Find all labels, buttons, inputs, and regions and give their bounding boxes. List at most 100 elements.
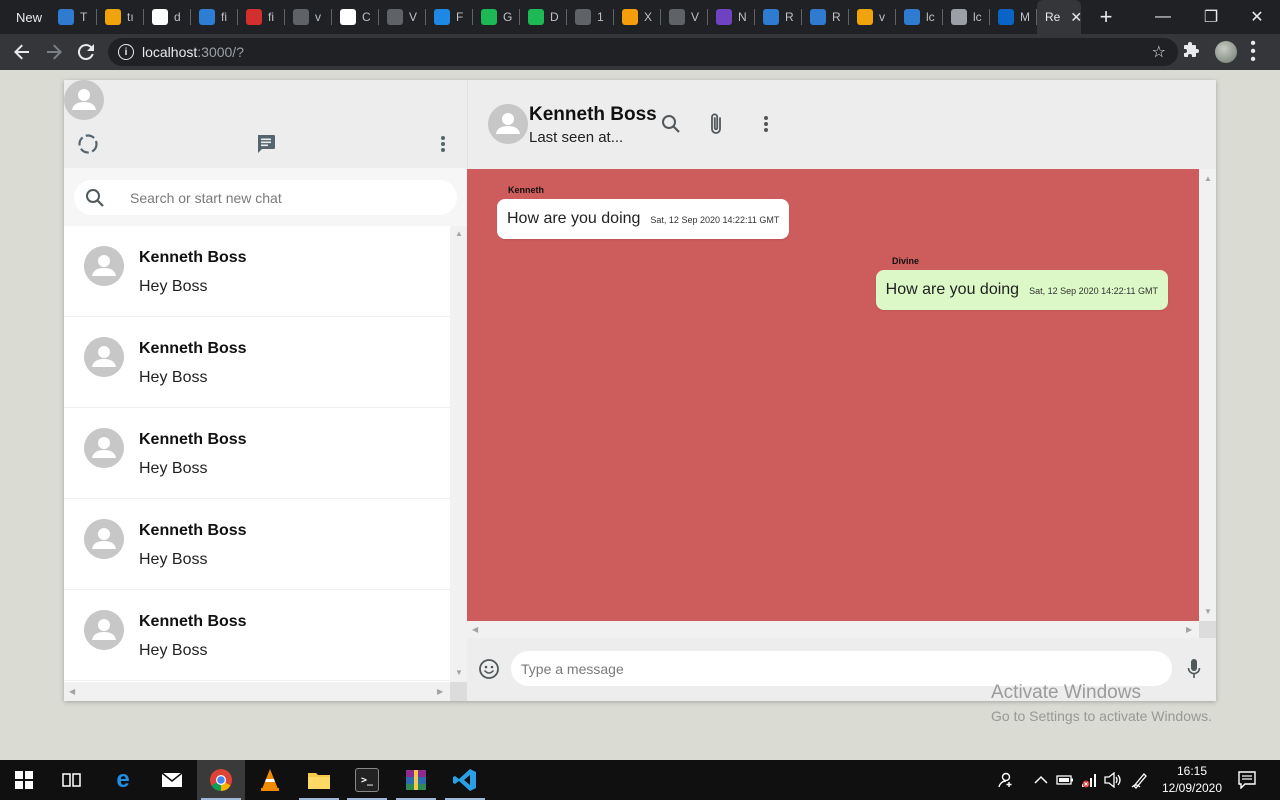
contact-avatar[interactable] [488,104,528,144]
vlc-icon[interactable] [246,760,294,800]
browser-tab[interactable]: #2e7bcf lc [896,0,944,34]
browser-tab[interactable]: #5f6368 V [379,0,427,34]
system-clock[interactable]: 16:15 12/09/2020 [1160,763,1224,797]
browser-tab[interactable]: #ffffff C [332,0,380,34]
address-bar[interactable]: i localhost:3000/? ☆ [108,38,1178,66]
more-options-icon[interactable] [761,114,771,139]
reload-icon[interactable] [70,36,102,68]
people-icon[interactable] [996,760,1014,800]
url-path: :3000/? [197,44,244,60]
file-explorer-icon[interactable] [295,760,343,800]
terminal-icon[interactable]: >_ [343,760,391,800]
search-icon[interactable] [660,113,682,140]
sidebar-search-container [64,168,467,226]
scroll-left-icon[interactable]: ◀ [69,688,75,696]
restore-icon[interactable]: ❐ [1188,0,1234,34]
start-button[interactable] [0,760,48,800]
browser-tab[interactable]: #ffffff d [144,0,192,34]
chat-avatar [84,246,124,286]
sent-message-bubble[interactable]: How are you doing Sat, 12 Sep 2020 14:22:… [875,270,1168,310]
sidebar-vertical-scrollbar[interactable]: ▲ ▼ [450,226,467,682]
winrar-icon[interactable] [392,760,440,800]
minimize-icon[interactable]: — [1140,0,1186,34]
extensions-icon[interactable] [1184,42,1200,63]
network-icon[interactable] [1080,760,1098,800]
back-icon[interactable] [6,36,38,68]
globe-icon: #5f6368 [669,9,686,25]
status-icon[interactable] [77,133,99,160]
browser-tab[interactable]: #5f6368 V [661,0,709,34]
tab-label: lc [926,10,935,24]
gear-icon: #9aa0a6 [951,9,968,25]
search-input[interactable] [130,189,430,206]
browser-tab[interactable]: #2e7bcf R [802,0,850,34]
browser-tab[interactable]: #d32f2f fi [238,0,286,34]
bookmark-star-icon[interactable]: ☆ [1152,42,1166,62]
chat-name: Kenneth Boss [139,249,247,266]
scroll-down-icon[interactable]: ▼ [1204,608,1212,616]
chrome-icon[interactable] [197,760,245,800]
chat-horizontal-scrollbar[interactable]: ◀ ▶ [467,621,1199,638]
scroll-up-icon[interactable]: ▲ [455,230,463,238]
browser-tab[interactable]: #f0a30a tı [97,0,145,34]
tab-label: tı [127,10,134,24]
chat-name: Kenneth Boss [139,340,247,357]
chat-list-item[interactable]: Kenneth Boss Hey Boss [64,226,450,317]
forward-icon[interactable] [38,36,70,68]
close-tab-icon[interactable]: ✕ [1070,9,1082,26]
browser-tab[interactable]: #5f6368 v [285,0,333,34]
task-view-icon[interactable] [48,760,96,800]
chat-last-message: Hey Boss [139,460,208,477]
microphone-icon[interactable] [1187,658,1201,685]
chat-list-item[interactable]: Kenneth Boss Hey Boss [64,590,450,681]
browser-tab[interactable]: #6f42c1 N [708,0,756,34]
tab-label: lc [973,10,982,24]
emoji-icon[interactable] [478,658,500,685]
more-options-icon[interactable] [438,134,448,159]
browser-tab[interactable]: #1e88e5 F [426,0,474,34]
volume-icon[interactable] [1104,760,1122,800]
new-tab-button[interactable]: + [1089,4,1123,30]
chevron-up-icon[interactable] [1034,760,1048,800]
browser-tab[interactable]: #9aa0a6 lc [943,0,991,34]
chat-list-item[interactable]: Kenneth Boss Hey Boss [64,499,450,590]
browser-tab[interactable]: #5f6368 1 [567,0,615,34]
message-input[interactable] [511,651,1172,686]
browser-tab[interactable]: #0a64c8 M [990,0,1038,34]
notification-center-icon[interactable] [1238,771,1256,794]
scroll-right-icon[interactable]: ▶ [1186,626,1192,634]
chat-vertical-scrollbar[interactable]: ▲ ▼ [1199,169,1216,621]
user-avatar[interactable] [64,80,104,120]
pen-icon[interactable] [1131,760,1149,800]
sidebar-horizontal-scrollbar[interactable]: ◀ ▶ [64,682,450,701]
attach-icon[interactable] [709,112,723,141]
close-window-icon[interactable]: ✕ [1234,0,1280,34]
received-message-bubble[interactable]: How are you doing Sat, 12 Sep 2020 14:22:… [497,199,790,239]
browser-tab[interactable]: #2d7dd2 fi [191,0,239,34]
chat-list-item[interactable]: Kenneth Boss Hey Boss [64,408,450,499]
profile-avatar[interactable] [1215,41,1237,63]
tab-label: F [456,10,464,24]
browser-menu-icon[interactable]: • • • [1249,36,1257,68]
browser-tab[interactable]: #f0a30a v [849,0,897,34]
scroll-right-icon[interactable]: ▶ [437,688,443,696]
scroll-up-icon[interactable]: ▲ [1204,175,1212,183]
browser-tab[interactable]: #1db954 G [473,0,521,34]
browser-tab[interactable]: #2e7bcf T [50,0,98,34]
tab-active[interactable]: Re ✕ [1037,0,1082,34]
scroll-left-icon[interactable]: ◀ [472,626,478,634]
browser-tab[interactable]: #2e7bcf R [755,0,803,34]
info-icon[interactable]: i [118,44,134,60]
browser-tab[interactable]: #1db954 D [520,0,568,34]
battery-icon[interactable] [1056,760,1074,800]
chat-avatar [84,519,124,559]
mail-icon[interactable] [148,760,196,800]
browser-tab[interactable]: #f59e0b X [614,0,662,34]
tab-new[interactable]: New [0,0,50,34]
new-chat-icon[interactable] [255,133,277,160]
scroll-down-icon[interactable]: ▼ [455,669,463,677]
edge-icon[interactable]: e [99,760,147,800]
chat-list-item[interactable]: Kenneth Boss Hey Boss [64,317,450,408]
vscode-icon[interactable] [441,760,489,800]
b-icon: #1e88e5 [434,9,451,25]
